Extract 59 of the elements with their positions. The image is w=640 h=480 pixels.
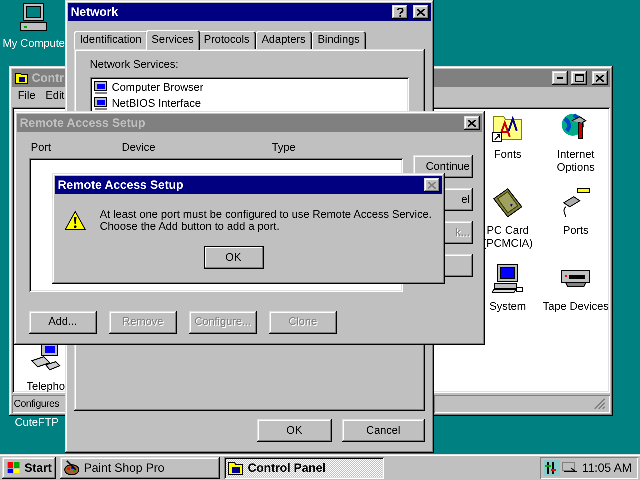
card-icon[interactable] — [492, 187, 524, 219]
action-button[interactable]: Add... — [29, 310, 97, 334]
control-panel-item[interactable]: Internet Options — [541, 149, 610, 175]
window-title: Contr — [32, 71, 65, 85]
control-panel-item[interactable]: System — [490, 301, 526, 314]
maximize-icon — [574, 74, 584, 82]
close-icon — [417, 8, 425, 16]
volume-mixer-icon[interactable] — [544, 460, 560, 476]
taskbar-button[interactable]: Control Panel — [224, 457, 384, 479]
menu-item[interactable]: File — [18, 90, 36, 102]
close-icon — [596, 74, 604, 82]
message-text: At least one port must be configured to use Remote Access Service. — [100, 209, 432, 221]
message-text: Choose the Add button to add a port. — [100, 221, 281, 233]
window-title: Network — [71, 5, 120, 19]
control-panel-item[interactable]: Telepho — [26, 381, 66, 393]
control-panel-icon — [15, 71, 29, 85]
close-button[interactable] — [592, 71, 608, 85]
resize-grip-icon[interactable] — [594, 398, 606, 410]
close-button[interactable] — [413, 5, 429, 19]
close-icon — [428, 182, 436, 188]
minimize-icon — [557, 77, 563, 79]
close-button[interactable] — [424, 178, 440, 192]
column-header: Type — [272, 142, 297, 154]
service-item[interactable]: Computer Browser — [112, 82, 204, 94]
palette-brush-icon — [64, 460, 80, 476]
control-panel-item[interactable]: Tape Devices — [542, 301, 610, 314]
computer-icon — [94, 81, 108, 95]
window-title: Remote Access Setup — [58, 178, 185, 192]
ok-button[interactable]: OK — [204, 246, 264, 269]
desktop-icon-label[interactable]: My Compute — [2, 38, 66, 50]
minimize-button[interactable] — [552, 71, 568, 85]
window-title: Remote Access Setup — [20, 116, 147, 130]
control-panel-icon — [228, 460, 244, 476]
clock[interactable]: 11:05 AM — [582, 461, 632, 475]
menu-item[interactable]: Edit — [46, 90, 65, 102]
close-icon — [468, 120, 476, 126]
windows-logo-icon — [6, 461, 21, 475]
start-button[interactable]: Start — [2, 457, 56, 479]
help-icon — [396, 8, 404, 16]
desktop-icon-label[interactable]: CuteFTP — [14, 417, 59, 429]
computer-icon[interactable] — [492, 263, 524, 295]
tab[interactable]: Identification — [74, 31, 148, 49]
dialog-button[interactable]: Cancel — [342, 419, 425, 442]
close-button[interactable] — [464, 116, 480, 130]
tab[interactable]: Protocols — [198, 31, 256, 49]
tab[interactable]: Bindings — [312, 31, 366, 49]
service-item[interactable]: NetBIOS Interface — [112, 98, 202, 110]
computer-icon[interactable] — [18, 2, 50, 34]
column-header: Port — [31, 142, 52, 154]
taskbar-button[interactable]: Paint Shop Pro — [60, 457, 220, 479]
help-button[interactable] — [392, 5, 408, 19]
control-panel-item[interactable]: Fonts — [494, 149, 522, 162]
dialog-button[interactable]: OK — [257, 419, 332, 442]
list-label: Network Services: — [90, 59, 180, 71]
maximize-button[interactable] — [571, 71, 587, 85]
tab[interactable]: Services — [146, 30, 200, 50]
control-panel-item[interactable]: Ports — [563, 225, 589, 238]
tab[interactable]: Adapters — [256, 31, 312, 49]
column-header: Device — [122, 142, 157, 154]
